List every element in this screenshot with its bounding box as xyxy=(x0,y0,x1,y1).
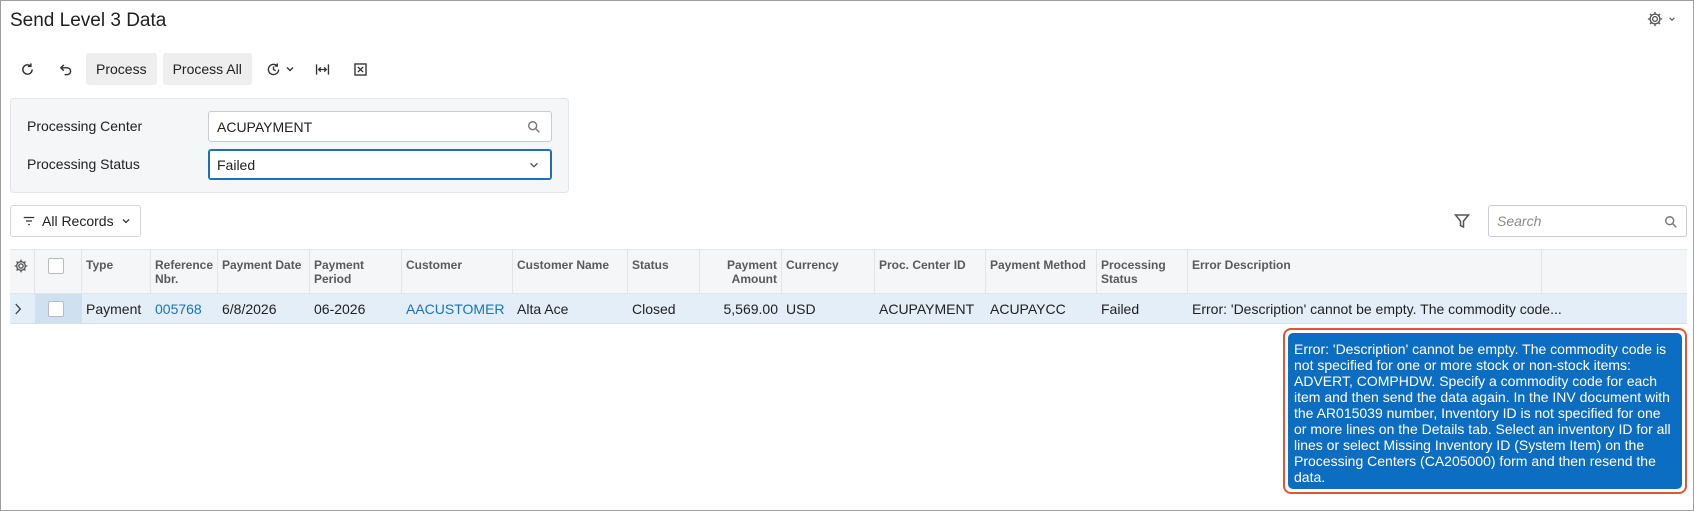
toolbar: Process Process All xyxy=(10,53,382,85)
chevron-right-icon xyxy=(15,303,22,314)
search-input[interactable]: Search xyxy=(1488,205,1687,237)
header-payment-date[interactable]: Payment Date xyxy=(218,250,310,293)
header-currency[interactable]: Currency xyxy=(782,250,875,293)
all-records-dropdown[interactable]: All Records xyxy=(10,205,141,237)
header-customer[interactable]: Customer xyxy=(402,250,513,293)
search-placeholder: Search xyxy=(1497,213,1542,229)
cell-payment-period: 06-2026 xyxy=(314,300,366,317)
row-checkbox[interactable] xyxy=(48,300,64,317)
select-all-checkbox-cell xyxy=(35,250,82,293)
cell-processing-status: Failed xyxy=(1101,300,1140,317)
funnel-filter-icon[interactable] xyxy=(1453,212,1471,230)
chevron-down-icon[interactable] xyxy=(1668,15,1676,23)
cell-payment-amount: 5,569.00 xyxy=(723,300,779,317)
gear-icon xyxy=(14,259,28,273)
payments-grid: Type Reference Nbr. Payment Date Payment… xyxy=(10,249,1687,324)
processing-center-value: ACUPAYMENT xyxy=(217,118,313,135)
page-title: Send Level 3 Data xyxy=(10,10,167,31)
chevron-down-icon xyxy=(122,219,130,224)
processing-status-value: Failed xyxy=(217,156,256,173)
header-error-description[interactable]: Error Description xyxy=(1188,250,1542,293)
row-expand-button[interactable] xyxy=(10,294,35,323)
schedule-menu-button[interactable] xyxy=(258,53,302,85)
processing-status-select[interactable]: Failed xyxy=(208,149,552,180)
processing-center-input[interactable]: ACUPAYMENT xyxy=(208,111,552,142)
search-icon[interactable] xyxy=(1664,215,1678,229)
row-checkbox-cell xyxy=(35,294,82,323)
select-all-checkbox[interactable] xyxy=(48,258,64,274)
header-type[interactable]: Type xyxy=(82,250,151,293)
cell-payment-date: 6/8/2026 xyxy=(222,300,277,317)
header-status[interactable]: Status xyxy=(628,250,700,293)
cell-payment-method: ACUPAYCC xyxy=(990,300,1066,317)
column-settings-button[interactable] xyxy=(10,250,35,293)
processing-status-label: Processing Status xyxy=(27,156,140,172)
header-payment-period[interactable]: Payment Period xyxy=(310,250,402,293)
header-processing-status[interactable]: Processing Status xyxy=(1097,250,1188,293)
cell-error-description[interactable]: Error: 'Description' cannot be empty. Th… xyxy=(1188,294,1565,323)
header-reference-nbr[interactable]: Reference Nbr. xyxy=(151,250,218,293)
filter-lines-icon xyxy=(23,216,35,226)
cell-customer-link[interactable]: AACUSTOMER xyxy=(402,294,513,323)
header-proc-center-id[interactable]: Proc. Center ID xyxy=(875,250,986,293)
process-button[interactable]: Process xyxy=(86,53,157,85)
chevron-down-icon xyxy=(286,67,294,72)
cell-type: Payment xyxy=(86,300,142,317)
error-tooltip: Error: 'Description' cannot be empty. Th… xyxy=(1283,328,1687,494)
processing-center-label: Processing Center xyxy=(27,118,143,134)
chevron-down-icon xyxy=(530,162,538,168)
header-payment-amount[interactable]: Payment Amount xyxy=(700,250,782,293)
all-records-label: All Records xyxy=(42,213,114,229)
search-icon[interactable] xyxy=(527,120,541,134)
settings-gear-icon[interactable] xyxy=(1646,10,1664,28)
error-tooltip-text: Error: 'Description' cannot be empty. Th… xyxy=(1288,333,1682,489)
cell-proc-center-id: ACUPAYMENT xyxy=(879,300,975,317)
undo-icon[interactable] xyxy=(48,53,82,85)
process-all-button[interactable]: Process All xyxy=(162,53,252,85)
cell-currency: USD xyxy=(786,300,816,317)
cell-status: Closed xyxy=(632,300,676,317)
export-excel-icon[interactable] xyxy=(344,53,378,85)
table-row[interactable]: Payment 005768 6/8/2026 06-2026 AACUSTOM… xyxy=(10,294,1687,324)
cell-reference-nbr-link[interactable]: 005768 xyxy=(151,294,218,323)
grid-header: Type Reference Nbr. Payment Date Payment… xyxy=(10,249,1687,294)
header-payment-method[interactable]: Payment Method xyxy=(986,250,1097,293)
filter-panel: Processing Center ACUPAYMENT Processing … xyxy=(10,98,569,193)
fit-columns-icon[interactable] xyxy=(306,53,340,85)
refresh-icon[interactable] xyxy=(10,53,44,85)
cell-customer-name: Alta Ace xyxy=(517,300,569,317)
header-customer-name[interactable]: Customer Name xyxy=(513,250,628,293)
schedule-icon xyxy=(267,63,280,75)
